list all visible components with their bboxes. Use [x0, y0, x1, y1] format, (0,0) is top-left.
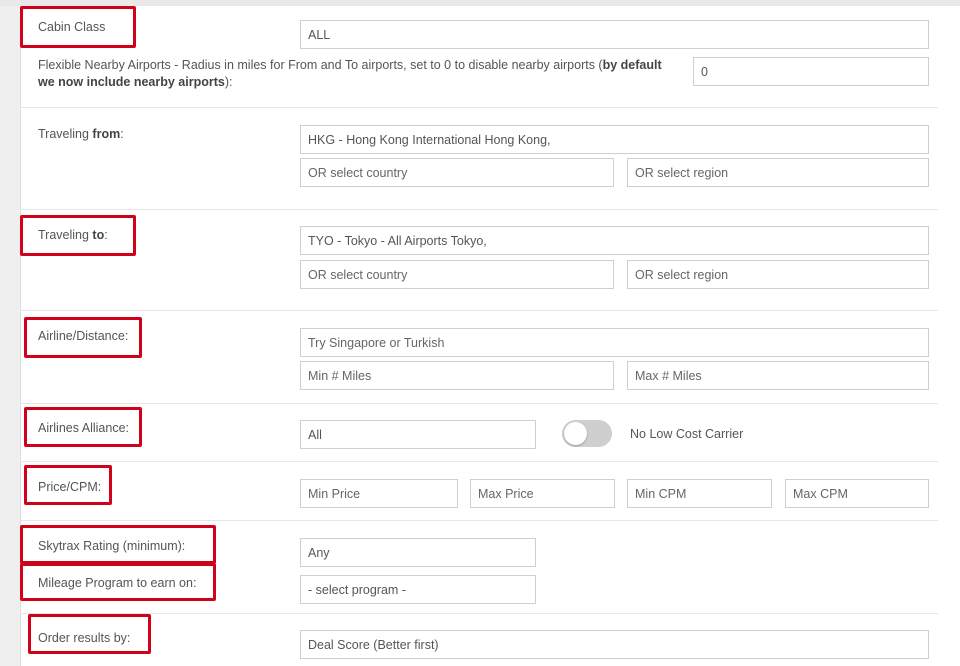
to-airport-input[interactable]	[300, 226, 929, 255]
low-cost-toggle[interactable]	[562, 420, 612, 447]
highlight-mileage-program	[20, 563, 216, 601]
low-cost-toggle-label: No Low Cost Carrier	[630, 427, 744, 441]
divider	[20, 310, 938, 311]
max-price-input[interactable]	[470, 479, 615, 508]
alliance-select[interactable]	[300, 420, 536, 449]
from-country-select[interactable]	[300, 158, 614, 187]
from-airport-input[interactable]	[300, 125, 929, 154]
mileage-program-select[interactable]	[300, 575, 536, 604]
highlight-cabin-class	[20, 6, 136, 48]
from-region-select[interactable]	[627, 158, 929, 187]
highlight-airline-distance	[24, 317, 142, 358]
order-results-select[interactable]	[300, 630, 929, 659]
airline-input[interactable]	[300, 328, 929, 357]
highlight-traveling-to	[20, 215, 136, 256]
min-price-input[interactable]	[300, 479, 458, 508]
min-cpm-input[interactable]	[627, 479, 772, 508]
max-miles-input[interactable]	[627, 361, 929, 390]
traveling-from-label: Traveling from:	[38, 127, 124, 141]
divider	[20, 403, 938, 404]
highlight-airlines-alliance	[24, 407, 142, 447]
to-country-select[interactable]	[300, 260, 614, 289]
divider	[20, 209, 938, 210]
skytrax-select[interactable]	[300, 538, 536, 567]
min-miles-input[interactable]	[300, 361, 614, 390]
divider	[20, 107, 938, 108]
highlight-skytrax	[20, 525, 216, 564]
nearby-airports-label: Flexible Nearby Airports - Radius in mil…	[38, 58, 662, 89]
divider	[20, 520, 938, 521]
highlight-price-cpm	[24, 465, 112, 505]
cabin-class-select[interactable]	[300, 20, 929, 49]
to-region-select[interactable]	[627, 260, 929, 289]
toggle-knob	[564, 422, 587, 445]
nearby-radius-input[interactable]	[693, 57, 929, 86]
divider	[20, 613, 938, 614]
highlight-order-results	[28, 614, 151, 654]
divider	[20, 461, 938, 462]
max-cpm-input[interactable]	[785, 479, 929, 508]
